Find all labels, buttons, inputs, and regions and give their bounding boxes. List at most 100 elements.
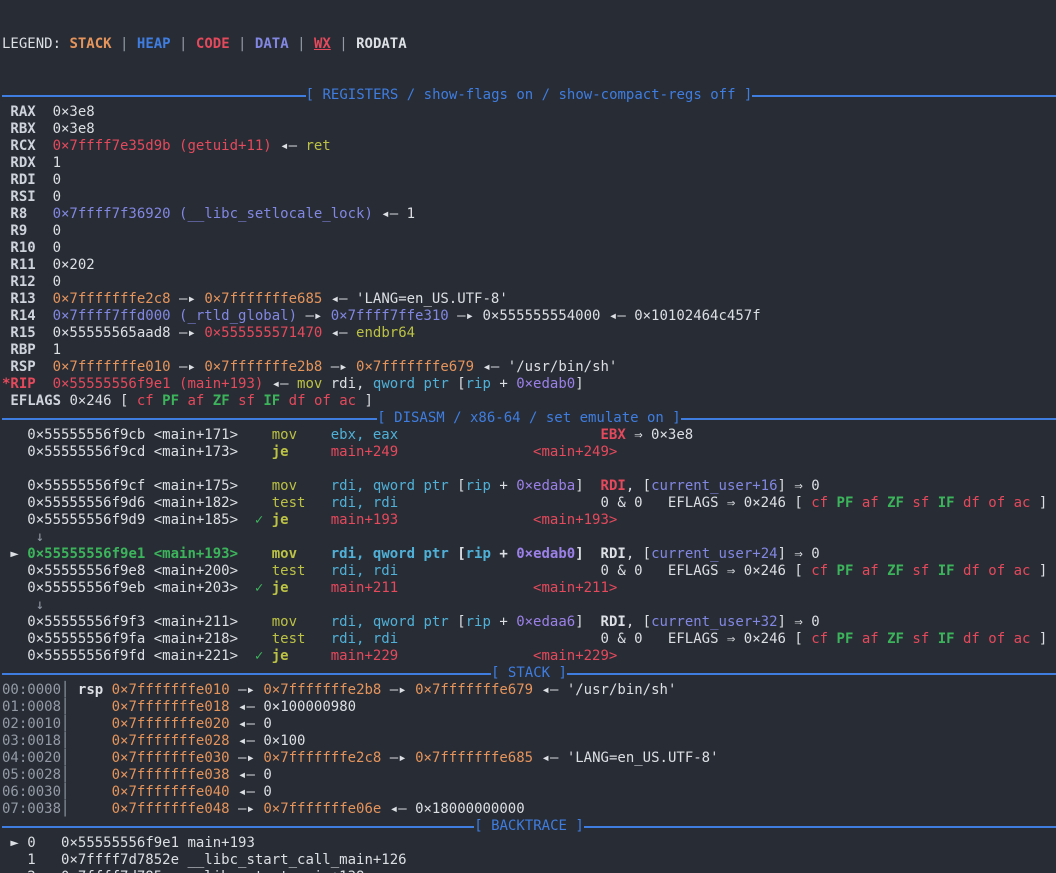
text-token: 0×3e8 — [53, 121, 95, 137]
horizontal-rule — [2, 418, 377, 420]
text-token: rdi, — [322, 376, 373, 392]
text-token — [879, 631, 887, 647]
text-token: rdi, qword ptr — [331, 546, 457, 562]
text-token: 0×7fffffffe018 — [112, 699, 230, 715]
registers-line: R12 0 — [2, 274, 1056, 291]
text-token: RSI — [2, 189, 53, 205]
text-token: ◂— — [230, 699, 264, 715]
text-token: 0 & 0 — [600, 495, 642, 511]
text-token: cf — [811, 631, 828, 647]
text-token: IF — [938, 563, 955, 579]
text-token: qword ptr — [373, 376, 449, 392]
text-token: mov — [272, 546, 331, 562]
text-token: 0×3e8 — [53, 104, 95, 120]
text-token — [69, 716, 111, 732]
text-token — [929, 631, 937, 647]
stack-line: 04:0020│ 0×7fffffffe030 —▸ 0×7fffffffe2c… — [2, 750, 1056, 767]
text-token: PF — [837, 495, 854, 511]
text-token: mov — [272, 478, 331, 494]
text-token: 0×7ffff7ffe310 — [331, 308, 449, 324]
text-token: 0 — [263, 767, 271, 783]
text-token: ◂— — [381, 801, 415, 817]
text-token — [280, 393, 288, 409]
text-token: EFLAGS — [2, 393, 69, 409]
text-token: R8 — [2, 206, 53, 222]
text-token: 0×7fffffffe028 — [112, 733, 230, 749]
text-token: ] — [575, 546, 583, 562]
text-token: main+193 — [331, 512, 398, 528]
text-token: 0 & 0 — [600, 563, 642, 579]
text-token: 0×202 — [53, 257, 95, 273]
text-token: EFLAGS ⇒ 0×246 [ — [668, 495, 811, 511]
text-token: 0 — [27, 835, 35, 851]
text-token: 0×7fffffffe040 — [112, 784, 230, 800]
text-token — [643, 495, 668, 511]
text-token: current_user+16 — [651, 478, 777, 494]
text-token: ZF — [213, 393, 230, 409]
text-token: of — [988, 495, 1005, 511]
registers-line: RBP 1 — [2, 342, 1056, 359]
text-token: 0×7fffffffe020 — [112, 716, 230, 732]
text-token: ✓ — [255, 648, 272, 664]
registers-line: RDX 1 — [2, 155, 1056, 172]
text-token: 0×55555556f9e8 <main+200> — [2, 563, 272, 579]
disasm-line: 0×55555556f9d9 <main+185> ✓ je main+193 … — [2, 512, 1056, 529]
text-token: main+249 — [331, 444, 398, 460]
text-token — [879, 495, 887, 511]
horizontal-rule — [681, 418, 1056, 420]
text-token: 'LANG=en_US.UTF-8' — [356, 291, 508, 307]
text-token: [ — [457, 546, 465, 562]
text-token — [853, 631, 861, 647]
text-token: ret — [305, 138, 330, 154]
text-token — [828, 495, 836, 511]
text-token: 0×7fffffffe010 — [53, 359, 171, 375]
text-token: ] — [1030, 631, 1047, 647]
text-token — [398, 580, 533, 596]
text-token: 1 — [407, 206, 415, 222]
text-token: IF — [263, 393, 280, 409]
registers-line: RSI 0 — [2, 189, 1056, 206]
backtrace-line: ► 0 0×55555556f9e1 main+193 — [2, 835, 1056, 852]
text-token: 02:0010 — [2, 716, 61, 732]
text-token: 01:0008 — [2, 699, 61, 715]
text-token: 00:0000 — [2, 682, 61, 698]
registers-line: RAX 0×3e8 — [2, 104, 1056, 121]
registers-line: RDI 0 — [2, 172, 1056, 189]
stack-line: 07:0038│ 0×7fffffffe048 —▸ 0×7fffffffe06… — [2, 801, 1056, 818]
registers-line: RSP 0×7fffffffe010 —▸ 0×7fffffffe2b8 —▸ … — [2, 359, 1056, 376]
text-token: 0×7fffffffe2b8 — [263, 682, 381, 698]
text-token: ] ⇒ 0 — [778, 614, 820, 630]
text-token: RODATA — [356, 36, 407, 52]
text-token — [1005, 495, 1013, 511]
section-header-backtrace: [ BACKTRACE ] — [2, 818, 1056, 835]
stack-line: 02:0010│ 0×7fffffffe020 ◂— 0 — [2, 716, 1056, 733]
text-token: R12 — [2, 274, 53, 290]
text-token: , [ — [626, 546, 651, 562]
text-token: 0×55555565aad8 — [53, 325, 171, 341]
text-token — [853, 563, 861, 579]
text-token: —▸ — [322, 359, 356, 375]
text-token: 0×7fffffffe2c8 — [53, 291, 171, 307]
text-token — [103, 682, 111, 698]
text-token — [69, 733, 111, 749]
text-token — [154, 393, 162, 409]
disasm-line: ► 0×55555556f9e1 <main+193> mov rdi, qwo… — [2, 546, 1056, 563]
text-token: 0×7fffffffe010 — [112, 682, 230, 698]
text-token: 1 — [2, 852, 61, 868]
text-token: R9 — [2, 223, 53, 239]
text-token: '/usr/bin/sh' — [508, 359, 618, 375]
stack-line: 05:0028│ 0×7fffffffe038 ◂— 0 — [2, 767, 1056, 784]
text-token — [398, 444, 533, 460]
text-token: 0×edaba — [516, 478, 575, 494]
text-token: mov — [272, 614, 331, 630]
text-token: —▸ — [230, 801, 264, 817]
text-token: sf — [912, 495, 929, 511]
disasm-line: 0×55555556f9cb <main+171> mov ebx, eax E… — [2, 427, 1056, 444]
text-token: RDI — [601, 614, 626, 630]
text-token — [643, 563, 668, 579]
text-token: R13 — [2, 291, 53, 307]
text-token: 0×7fffffffe2b8 — [204, 359, 322, 375]
text-token — [643, 631, 668, 647]
text-token: | — [171, 36, 196, 52]
text-token: ◂— — [322, 291, 356, 307]
